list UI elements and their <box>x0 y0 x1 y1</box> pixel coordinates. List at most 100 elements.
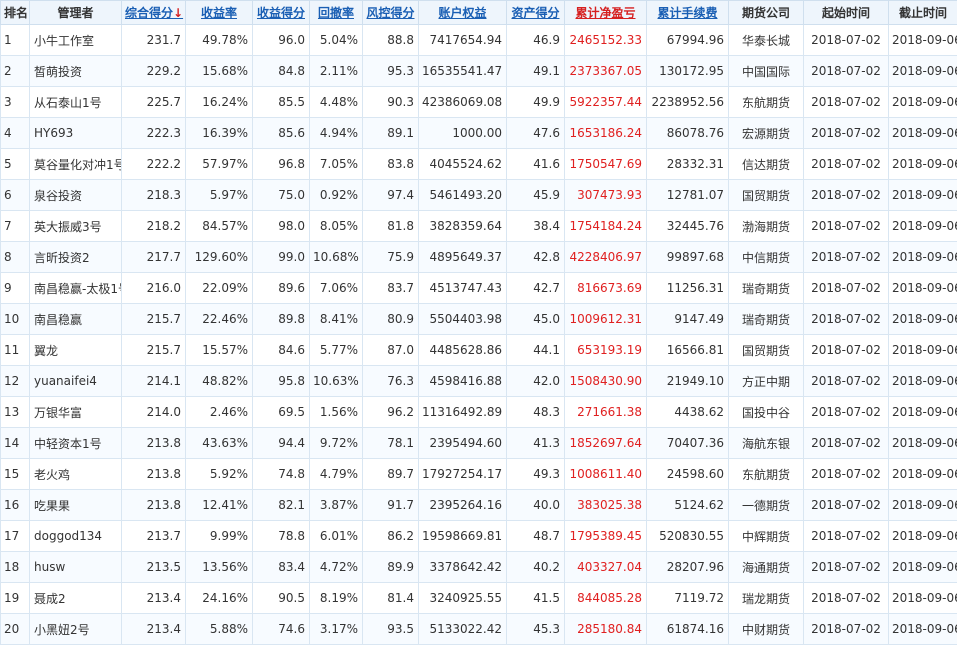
return-score-cell: 98.0 <box>253 211 310 242</box>
end-date-cell: 2018-09-06 <box>889 211 957 242</box>
table-row: 16吃果果213.812.41%82.13.87%91.72395264.164… <box>1 490 957 521</box>
risk-score-cell: 76.3 <box>363 366 419 397</box>
drawdown-cell: 2.11% <box>310 56 363 87</box>
fee-cell: 130172.95 <box>647 56 729 87</box>
risk-score-cell: 87.0 <box>363 335 419 366</box>
score-cell: 213.8 <box>122 428 186 459</box>
start-date-cell: 2018-07-02 <box>804 87 889 118</box>
manager-cell: 万银华富 <box>30 397 122 428</box>
company-cell: 国贸期货 <box>729 335 804 366</box>
asset-score-cell: 38.4 <box>507 211 565 242</box>
col-manager-header: 管理者 <box>30 1 122 25</box>
return-score-cell: 84.6 <box>253 335 310 366</box>
net-profit-cell: 653193.19 <box>565 335 647 366</box>
company-cell: 渤海期货 <box>729 211 804 242</box>
table-row: 8言昕投资2217.7129.60%99.010.68%75.94895649.… <box>1 242 957 273</box>
end-date-cell: 2018-09-06 <box>889 304 957 335</box>
end-date-cell: 2018-09-06 <box>889 180 957 211</box>
manager-cell: 英大振威3号 <box>30 211 122 242</box>
col-drawdown-header[interactable]: 回撤率 <box>310 1 363 25</box>
return-rate-cell: 49.78% <box>186 25 253 56</box>
drawdown-cell: 3.87% <box>310 490 363 521</box>
manager-cell: yuanaifei4 <box>30 366 122 397</box>
return-score-cell: 74.6 <box>253 614 310 645</box>
manager-cell: 聂成2 <box>30 583 122 614</box>
table-row: 15老火鸡213.85.92%74.84.79%89.717927254.174… <box>1 459 957 490</box>
end-date-cell: 2018-09-06 <box>889 273 957 304</box>
asset-score-cell: 48.7 <box>507 521 565 552</box>
rank-cell: 2 <box>1 56 30 87</box>
return-score-cell: 85.5 <box>253 87 310 118</box>
col-asset-score-header[interactable]: 资产得分 <box>507 1 565 25</box>
col-fee-header[interactable]: 累计手续费 <box>647 1 729 25</box>
table-row: 9南昌稳赢-太极1号216.022.09%89.67.06%83.7451374… <box>1 273 957 304</box>
col-net-profit-header[interactable]: 累计净盈亏 <box>565 1 647 25</box>
start-date-cell: 2018-07-02 <box>804 490 889 521</box>
start-date-cell: 2018-07-02 <box>804 397 889 428</box>
score-cell: 217.7 <box>122 242 186 273</box>
rank-cell: 16 <box>1 490 30 521</box>
company-cell: 瑞奇期货 <box>729 304 804 335</box>
table-body: 1小牛工作室231.749.78%96.05.04%88.87417654.94… <box>1 25 957 645</box>
col-return-rate-header[interactable]: 收益率 <box>186 1 253 25</box>
return-score-cell: 85.6 <box>253 118 310 149</box>
manager-cell: 小黑妞2号 <box>30 614 122 645</box>
net-profit-cell: 1508430.90 <box>565 366 647 397</box>
risk-score-cell: 93.5 <box>363 614 419 645</box>
drawdown-cell: 4.72% <box>310 552 363 583</box>
drawdown-cell: 8.19% <box>310 583 363 614</box>
return-score-cell: 90.5 <box>253 583 310 614</box>
risk-score-cell: 89.9 <box>363 552 419 583</box>
drawdown-cell: 10.63% <box>310 366 363 397</box>
col-return-score-header[interactable]: 收益得分 <box>253 1 310 25</box>
return-score-cell: 95.8 <box>253 366 310 397</box>
company-cell: 国投中谷 <box>729 397 804 428</box>
start-date-cell: 2018-07-02 <box>804 552 889 583</box>
col-company-header: 期货公司 <box>729 1 804 25</box>
score-cell: 215.7 <box>122 335 186 366</box>
score-cell: 213.8 <box>122 490 186 521</box>
net-profit-cell: 1750547.69 <box>565 149 647 180</box>
equity-cell: 11316492.89 <box>419 397 507 428</box>
asset-score-cell: 41.3 <box>507 428 565 459</box>
rank-cell: 3 <box>1 87 30 118</box>
fee-cell: 61874.16 <box>647 614 729 645</box>
return-rate-cell: 13.56% <box>186 552 253 583</box>
drawdown-cell: 4.94% <box>310 118 363 149</box>
equity-cell: 5504403.98 <box>419 304 507 335</box>
drawdown-cell: 5.04% <box>310 25 363 56</box>
asset-score-cell: 42.0 <box>507 366 565 397</box>
net-profit-cell: 1653186.24 <box>565 118 647 149</box>
manager-cell: 南昌稳赢 <box>30 304 122 335</box>
start-date-cell: 2018-07-02 <box>804 304 889 335</box>
return-score-cell: 82.1 <box>253 490 310 521</box>
asset-score-cell: 42.7 <box>507 273 565 304</box>
end-date-cell: 2018-09-06 <box>889 242 957 273</box>
equity-cell: 3378642.42 <box>419 552 507 583</box>
fee-cell: 16566.81 <box>647 335 729 366</box>
equity-cell: 16535541.47 <box>419 56 507 87</box>
col-equity-header[interactable]: 账户权益 <box>419 1 507 25</box>
rank-cell: 14 <box>1 428 30 459</box>
table-row: 3从石泰山1号225.716.24%85.54.48%90.342386069.… <box>1 87 957 118</box>
equity-cell: 3828359.64 <box>419 211 507 242</box>
drawdown-cell: 7.06% <box>310 273 363 304</box>
company-cell: 方正中期 <box>729 366 804 397</box>
equity-cell: 2395264.16 <box>419 490 507 521</box>
col-risk-score-header[interactable]: 风控得分 <box>363 1 419 25</box>
score-cell: 213.8 <box>122 459 186 490</box>
return-rate-cell: 48.82% <box>186 366 253 397</box>
table-row: 17doggod134213.79.99%78.86.01%86.2195986… <box>1 521 957 552</box>
asset-score-cell: 45.0 <box>507 304 565 335</box>
company-cell: 海通期货 <box>729 552 804 583</box>
manager-cell: 莫谷量化对冲1号 <box>30 149 122 180</box>
rank-cell: 4 <box>1 118 30 149</box>
table-row: 10南昌稳赢215.722.46%89.88.41%80.95504403.98… <box>1 304 957 335</box>
risk-score-cell: 83.7 <box>363 273 419 304</box>
col-score-header[interactable]: 综合得分↓ <box>122 1 186 25</box>
return-score-cell: 89.6 <box>253 273 310 304</box>
start-date-cell: 2018-07-02 <box>804 335 889 366</box>
company-cell: 东航期货 <box>729 459 804 490</box>
table-row: 2皙萌投资229.215.68%84.82.11%95.316535541.47… <box>1 56 957 87</box>
drawdown-cell: 4.48% <box>310 87 363 118</box>
